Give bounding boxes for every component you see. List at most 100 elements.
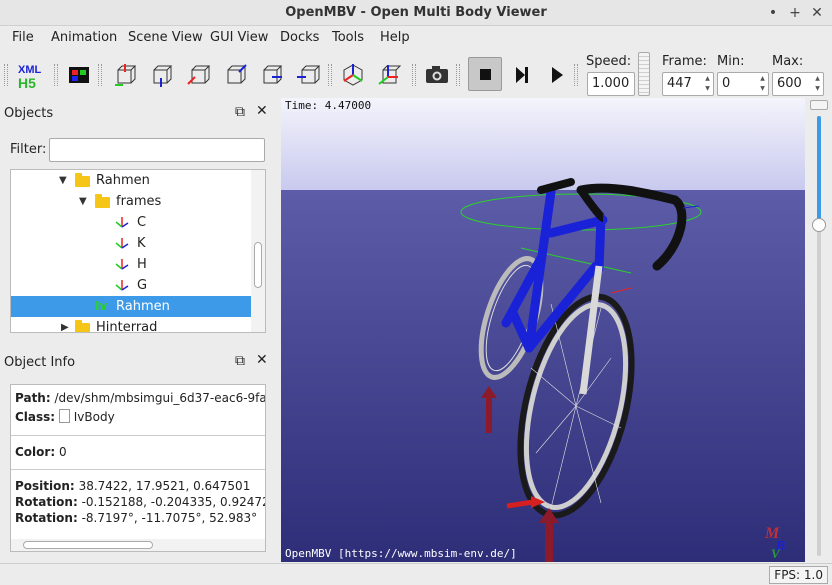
- last-frame-button[interactable]: [508, 62, 534, 88]
- spin-arrows-icon[interactable]: ▲ ▼: [813, 74, 822, 94]
- svg-text:V: V: [771, 546, 781, 561]
- object-tree[interactable]: ▼ Rahmen ▼ frames C K H G Iv Rahmen ▶ Hi…: [10, 169, 266, 333]
- view-right-icon[interactable]: [258, 62, 284, 88]
- color-label: Color:: [15, 445, 56, 459]
- view-front-icon[interactable]: [186, 62, 212, 88]
- dimetric-view-icon[interactable]: [376, 62, 402, 88]
- object-info-panel-title: Object Info: [4, 355, 76, 370]
- isometric-view-icon[interactable]: [340, 62, 366, 88]
- menu-help[interactable]: Help: [380, 30, 410, 45]
- tree-item-frame-g[interactable]: G: [11, 275, 251, 296]
- menu-tools[interactable]: Tools: [332, 30, 364, 45]
- saddle: [537, 178, 575, 194]
- color-row: Color: 0: [15, 445, 67, 459]
- stop-button[interactable]: [468, 57, 502, 91]
- max-value: 600: [777, 76, 802, 91]
- play-button[interactable]: [544, 62, 570, 88]
- tree-item-frame-h[interactable]: H: [11, 254, 251, 275]
- toolbar-grip: [4, 64, 8, 86]
- position-row: Position: 38.7422, 17.9521, 0.647501: [15, 479, 250, 493]
- menu-file[interactable]: File: [12, 30, 34, 45]
- camera-icon[interactable]: [424, 62, 450, 88]
- xml-h5-icon[interactable]: XML H5: [16, 61, 46, 91]
- objects-panel-title: Objects: [4, 106, 54, 121]
- position-value: 38.7422, 17.9521, 0.647501: [78, 479, 251, 493]
- tree-item-rahmen-body[interactable]: Iv Rahmen: [11, 296, 251, 317]
- float-panel-icon[interactable]: ⧉: [235, 353, 245, 369]
- rotation-rad-value: -0.152188, -0.204335, 0.924729: [81, 495, 266, 509]
- tree-item-frames-folder[interactable]: ▼ frames: [11, 191, 251, 212]
- expand-arrow-icon[interactable]: ▼: [79, 191, 87, 212]
- window-menu-button[interactable]: •: [764, 4, 782, 22]
- spin-arrows-icon[interactable]: ▲ ▼: [758, 74, 767, 94]
- speed-value: 1.000: [592, 76, 630, 91]
- scrollbar-thumb[interactable]: [254, 242, 262, 288]
- divider: [11, 469, 265, 470]
- speed-label: Speed:: [586, 54, 632, 69]
- tree-item-label: H: [137, 257, 147, 272]
- maximize-button[interactable]: +: [786, 4, 804, 22]
- scrollbar-thumb[interactable]: [23, 541, 153, 549]
- frame-slider[interactable]: [806, 98, 832, 562]
- tree-item-frame-k[interactable]: K: [11, 233, 251, 254]
- toolbar-separator: [456, 64, 460, 86]
- filter-label: Filter:: [10, 142, 47, 157]
- expand-arrow-icon[interactable]: ▼: [59, 170, 67, 191]
- toolbar-separator: [98, 64, 102, 86]
- status-bar: FPS: 1.0: [0, 563, 832, 585]
- tree-scrollbar[interactable]: [251, 170, 265, 332]
- class-row: Class: IvBody: [15, 409, 115, 424]
- menu-scene-view[interactable]: Scene View: [128, 30, 203, 45]
- color-value: 0: [58, 445, 67, 459]
- slider-up-icon[interactable]: [810, 100, 828, 110]
- color-map-icon[interactable]: [66, 62, 92, 88]
- view-left-icon[interactable]: [296, 62, 322, 88]
- toolbar-separator: [412, 64, 416, 86]
- tree-item-label: frames: [116, 194, 162, 209]
- min-value: 0: [722, 76, 731, 91]
- tree-item-rahmen-folder[interactable]: ▼ Rahmen: [11, 170, 251, 191]
- class-label: Class:: [15, 410, 56, 424]
- stop-icon: [480, 69, 491, 80]
- tree-item-frame-c[interactable]: C: [11, 212, 251, 233]
- menu-animation[interactable]: Animation: [51, 30, 117, 45]
- max-spinbox[interactable]: 600 ▲ ▼: [772, 72, 824, 96]
- close-panel-icon[interactable]: ✕: [256, 352, 268, 368]
- rotation-deg-value: -8.7197°, -11.7075°, 52.983°: [81, 511, 258, 525]
- ivbody-icon: Iv: [95, 299, 108, 313]
- path-value: /dev/shm/mbsimgui_6d37-eac6-9faa-4: [54, 391, 266, 405]
- object-info-view: Path: /dev/shm/mbsimgui_6d37-eac6-9faa-4…: [10, 384, 266, 552]
- menu-docks[interactable]: Docks: [280, 30, 319, 45]
- menu-bar: File Animation Scene View GUI View Docks…: [0, 26, 832, 50]
- fps-indicator: FPS: 1.0: [769, 566, 828, 584]
- tree-item-label: Hinterrad: [96, 320, 158, 333]
- title-bar: OpenMBV - Open Multi Body Viewer • + ✕: [0, 0, 832, 26]
- slider-handle[interactable]: [812, 218, 826, 232]
- tree-item-label: G: [137, 278, 148, 293]
- frame-spinbox[interactable]: 447 ▲ ▼: [662, 72, 714, 96]
- force-arrow-rear-head: [481, 386, 497, 398]
- frame-axes-icon: [115, 238, 129, 249]
- 3d-viewer[interactable]: M B V Time: 4.47000 OpenMBV [https://www…: [281, 98, 805, 562]
- info-scrollbar[interactable]: [11, 539, 265, 551]
- speed-input[interactable]: 1.000: [587, 72, 635, 96]
- close-button[interactable]: ✕: [808, 4, 826, 22]
- filter-input[interactable]: [49, 138, 265, 162]
- view-bottom-icon[interactable]: [148, 62, 174, 88]
- play-icon: [552, 67, 563, 83]
- spin-arrows-icon[interactable]: ▲ ▼: [703, 74, 712, 94]
- close-panel-icon[interactable]: ✕: [256, 103, 268, 119]
- menu-gui-view[interactable]: GUI View: [210, 30, 268, 45]
- min-label: Min:: [717, 54, 745, 69]
- frame-axes-icon: [115, 259, 129, 270]
- speed-wheel[interactable]: [638, 52, 650, 96]
- float-panel-icon[interactable]: ⧉: [235, 104, 245, 120]
- view-back-icon[interactable]: [222, 62, 248, 88]
- min-spinbox[interactable]: 0 ▲ ▼: [717, 72, 769, 96]
- frame-label: Frame:: [662, 54, 707, 69]
- collapsed-arrow-icon[interactable]: ▶: [61, 317, 69, 332]
- tree-item-hinterrad-folder[interactable]: ▶ Hinterrad: [11, 317, 251, 333]
- rotation-label: Rotation:: [15, 511, 78, 525]
- rotation-label: Rotation:: [15, 495, 78, 509]
- view-top-icon[interactable]: [112, 62, 138, 88]
